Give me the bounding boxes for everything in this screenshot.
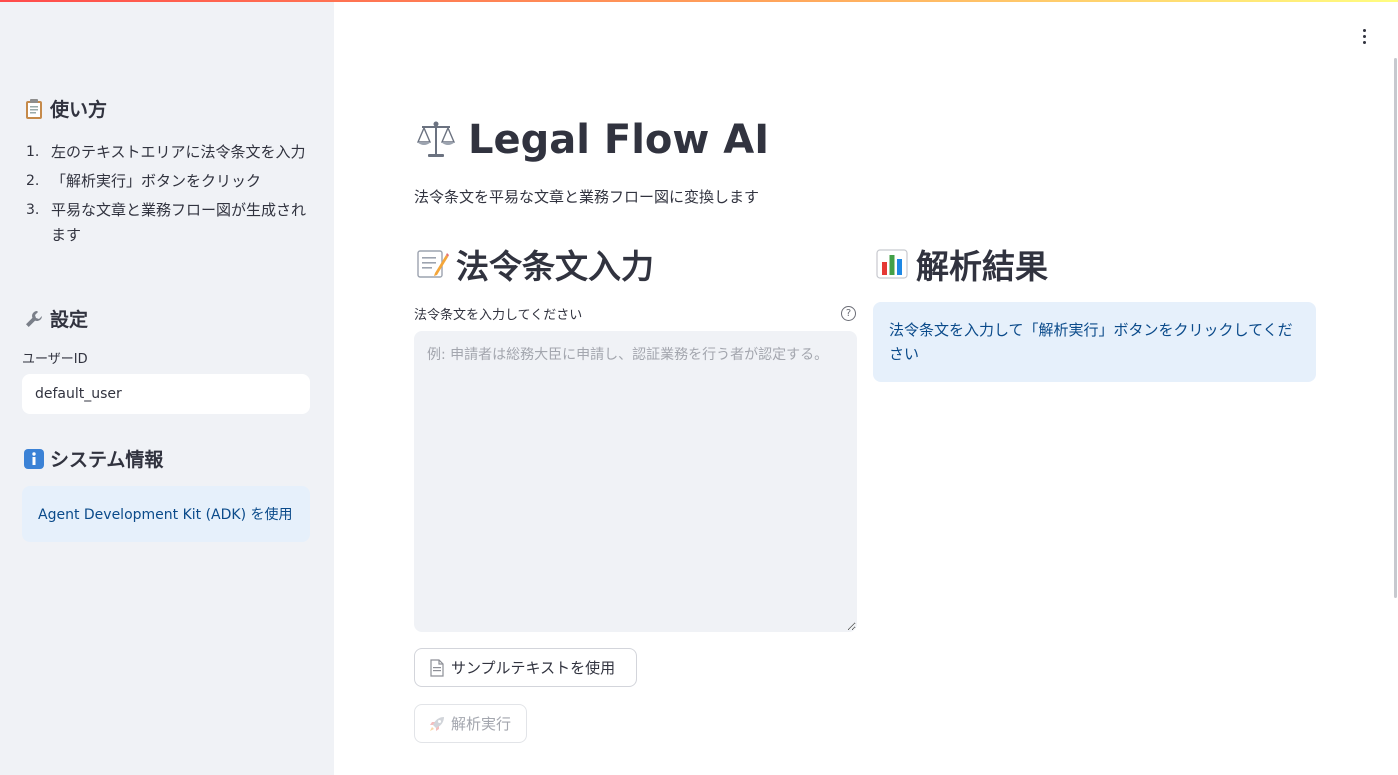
input-section-title: 法令条文入力 <box>456 247 654 286</box>
page-title: Legal Flow AI <box>414 116 769 164</box>
document-icon <box>427 658 447 678</box>
how-to-steps: 1. 左のテキストエリアに法令条文を入力 2. 「解析実行」ボタンをクリック 3… <box>22 140 312 252</box>
page-subtitle: 法令条文を平易な文章と業務フロー図に変換します <box>414 188 760 206</box>
input-section-heading: 法令条文入力 <box>414 240 654 288</box>
help-icon[interactable]: ? <box>841 306 856 321</box>
page-title-text: Legal Flow AI <box>468 117 770 163</box>
wrench-icon <box>22 307 46 331</box>
step-text: 「解析実行」ボタンをクリック <box>51 172 262 190</box>
memo-icon <box>414 244 450 284</box>
result-section-heading: 解析結果 <box>874 240 1048 288</box>
system-info-title: システム情報 <box>50 449 164 471</box>
law-textarea-label: 法令条文を入力してください <box>414 308 583 323</box>
sidebar: 使い方 1. 左のテキストエリアに法令条文を入力 2. 「解析実行」ボタンをクリ… <box>0 0 334 775</box>
how-to-heading: 使い方 <box>22 95 107 122</box>
list-item: 1. 左のテキストエリアに法令条文を入力 <box>22 140 312 165</box>
law-text-input[interactable] <box>414 331 857 632</box>
menu-dot <box>1362 28 1366 32</box>
step-text: 平易な文章と業務フロー図が生成されます <box>51 201 307 244</box>
use-sample-text-button[interactable]: サンプルテキストを使用 <box>414 648 637 687</box>
settings-title: 設定 <box>50 309 89 331</box>
bar-chart-icon <box>874 244 910 284</box>
run-analysis-label: 解析実行 <box>451 715 512 733</box>
clipboard-icon <box>22 97 46 121</box>
main-menu-button[interactable] <box>1352 24 1376 48</box>
step-number: 1. <box>26 144 40 160</box>
how-to-title: 使い方 <box>50 99 108 121</box>
page-scrollbar[interactable] <box>1394 58 1397 598</box>
menu-dot <box>1362 40 1366 44</box>
step-text: 左のテキストエリアに法令条文を入力 <box>51 143 306 161</box>
top-decoration-bar <box>0 0 1398 2</box>
run-analysis-button[interactable]: 解析実行 <box>414 704 527 743</box>
system-info-alert: Agent Development Kit (ADK) を使用 <box>22 486 310 542</box>
rocket-icon <box>427 714 447 734</box>
list-item: 2. 「解析実行」ボタンをクリック <box>22 169 312 194</box>
menu-dot <box>1362 34 1366 38</box>
result-info-alert: 法令条文を入力して「解析実行」ボタンをクリックしてください <box>873 302 1316 382</box>
balance-scale-icon <box>414 116 458 164</box>
step-number: 3. <box>26 202 40 218</box>
list-item: 3. 平易な文章と業務フロー図が生成されます <box>22 198 312 248</box>
user-id-label: ユーザーID <box>22 352 88 367</box>
result-section-title: 解析結果 <box>916 247 1048 286</box>
info-icon <box>22 447 46 471</box>
step-number: 2. <box>26 173 40 189</box>
use-sample-text-label: サンプルテキストを使用 <box>451 659 616 677</box>
system-info-heading: システム情報 <box>22 445 163 472</box>
user-id-input[interactable] <box>22 374 310 414</box>
settings-heading: 設定 <box>22 305 88 332</box>
